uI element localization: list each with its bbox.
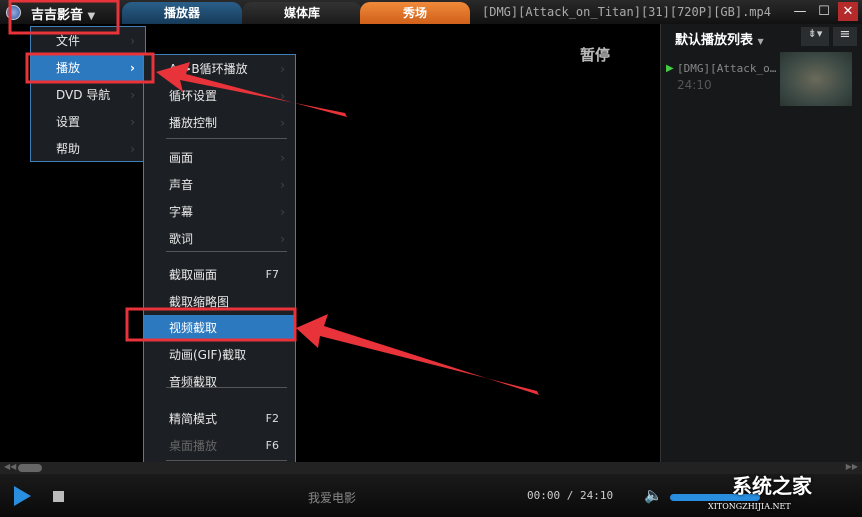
menu-separator <box>166 460 287 461</box>
submenu-item[interactable]: 截取缩略图 <box>144 289 295 315</box>
menu-item-label: 画面 <box>169 151 194 165</box>
menu-item-label: 声音 <box>169 178 194 192</box>
tab-player[interactable]: 播放器 <box>122 2 242 24</box>
submenu-item[interactable]: 画面 › <box>144 145 295 171</box>
watermark-url: XITONGZHIJIA.NET <box>708 502 791 511</box>
menu-item-label: 音频截取 <box>169 375 218 389</box>
submenu-item[interactable]: 字幕 › <box>144 199 295 225</box>
menu-item-label: 播放控制 <box>169 116 218 130</box>
maximize-button[interactable]: ☐ <box>814 2 834 21</box>
playing-icon: ▶ <box>666 63 674 74</box>
chevron-right-icon: › <box>130 115 135 129</box>
submenu-item[interactable]: 播放控制 › <box>144 110 295 136</box>
main-menu: 文件 › 播放 › DVD 导航 › 设置 › 帮助 › <box>30 26 146 162</box>
menu-item-label: 歌词 <box>169 232 194 246</box>
playlist-item-duration: 24:10 <box>677 78 712 92</box>
playlist-item[interactable]: ▶ [DMG][Attack_o… 24:10 <box>661 52 861 108</box>
submenu-item[interactable]: 动画(GIF)截取 <box>144 342 295 368</box>
submenu-item[interactable]: 循环设置 › <box>144 83 295 109</box>
close-button[interactable]: ✕ <box>838 2 858 21</box>
watermark-text: 系统之家 <box>732 474 812 498</box>
submenu-item[interactable]: 视频截取 <box>144 315 295 341</box>
chevron-right-icon: › <box>130 61 135 75</box>
menu-item-label: 截取缩略图 <box>169 295 230 309</box>
chevron-right-icon: › <box>280 178 285 192</box>
seek-handle[interactable] <box>18 464 42 472</box>
submenu-item[interactable]: 截取画面 F7 <box>144 262 295 288</box>
chevron-right-icon: › <box>280 116 285 130</box>
chevron-right-icon: › <box>130 88 135 102</box>
menu-item-label: 播放 <box>56 61 81 75</box>
main-menu-item[interactable]: DVD 导航 › <box>31 82 145 108</box>
volume-icon[interactable]: 🔈 <box>644 486 663 504</box>
menu-item-label: A->B循环播放 <box>169 62 248 76</box>
chevron-right-icon: › <box>280 232 285 246</box>
sort-button[interactable]: ⇟▾ <box>801 27 829 46</box>
menu-item-label: 精简模式 <box>169 412 218 426</box>
chevron-right-icon: › <box>280 205 285 219</box>
playlist-panel: 默认播放列表 ▼ ⇟▾ ≡ ▶ [DMG][Attack_o… 24:10 <box>660 24 862 462</box>
minimize-button[interactable]: — <box>790 2 810 21</box>
arrow-2 <box>296 314 539 395</box>
chevron-right-icon: › <box>130 142 135 156</box>
main-menu-item[interactable]: 播放 › <box>31 55 145 81</box>
app-name: 吉吉影音 <box>31 8 84 23</box>
main-menu-item[interactable]: 文件 › <box>31 28 145 54</box>
file-title: [DMG][Attack_on_Titan][31][720P][GB].mp4 <box>482 5 771 19</box>
playlist-title-text: 默认播放列表 <box>675 33 754 48</box>
shortcut-label: F2 <box>265 412 279 425</box>
main-menu-item[interactable]: 设置 › <box>31 109 145 135</box>
main-menu-item[interactable]: 帮助 › <box>31 136 145 162</box>
menu-item-label: 视频截取 <box>169 321 218 335</box>
app-menu-button[interactable]: 吉吉影音 ▼ <box>31 4 95 23</box>
chevron-down-icon: ▼ <box>87 11 96 22</box>
menu-item-label: 设置 <box>56 115 81 129</box>
submenu-item[interactable]: 音频截取 <box>144 369 295 395</box>
shortcut-label: F7 <box>265 268 279 281</box>
submenu-item[interactable]: 精简模式 F2 <box>144 406 295 432</box>
playlist-title[interactable]: 默认播放列表 ▼ <box>675 29 764 48</box>
title-bar: 吉吉影音 ▼ 播放器 媒体库 秀场 [DMG][Attack_on_Titan]… <box>0 0 862 24</box>
submenu-item[interactable]: A->B循环播放 › <box>144 56 295 82</box>
submenu-item[interactable]: 歌词 › <box>144 226 295 252</box>
stop-button[interactable] <box>53 491 64 502</box>
time-display: 00:00 / 24:10 <box>527 489 614 502</box>
submenu-item[interactable]: 声音 › <box>144 172 295 198</box>
menu-item-label: 循环设置 <box>169 89 218 103</box>
menu-icon[interactable]: ≡ <box>833 27 857 46</box>
app-logo-icon <box>6 5 21 20</box>
tab-media-library[interactable]: 媒体库 <box>242 2 362 24</box>
menu-item-label: DVD 导航 <box>56 88 111 102</box>
chevron-right-icon: › <box>280 151 285 165</box>
menu-item-label: 桌面播放 <box>169 439 218 453</box>
pause-overlay: 暂停 <box>580 46 611 64</box>
chevron-right-icon: › <box>130 34 135 48</box>
tab-show[interactable]: 秀场 <box>360 2 470 24</box>
shortcut-label: F6 <box>265 439 279 452</box>
submenu-item[interactable]: 桌面播放 F6 <box>144 433 295 459</box>
menu-item-label: 字幕 <box>169 205 194 219</box>
play-button[interactable] <box>14 486 31 506</box>
thumbnail <box>780 52 852 106</box>
chevron-right-icon: › <box>280 89 285 103</box>
menu-item-label: 帮助 <box>56 142 81 156</box>
playlist-item-name: [DMG][Attack_o… <box>677 62 777 75</box>
play-submenu: A->B循环播放 › 循环设置 › 播放控制 › 画面 › 声音 › 字幕 › 歌词 › 截取画面 F7 截取缩… <box>143 54 296 497</box>
menu-item-label: 截取画面 <box>169 268 218 282</box>
channel-label: 我爱电影 <box>308 491 357 505</box>
menu-item-label: 文件 <box>56 34 81 48</box>
menu-item-label: 动画(GIF)截取 <box>169 348 247 362</box>
chevron-right-icon: › <box>280 62 285 76</box>
menu-separator <box>166 138 287 139</box>
